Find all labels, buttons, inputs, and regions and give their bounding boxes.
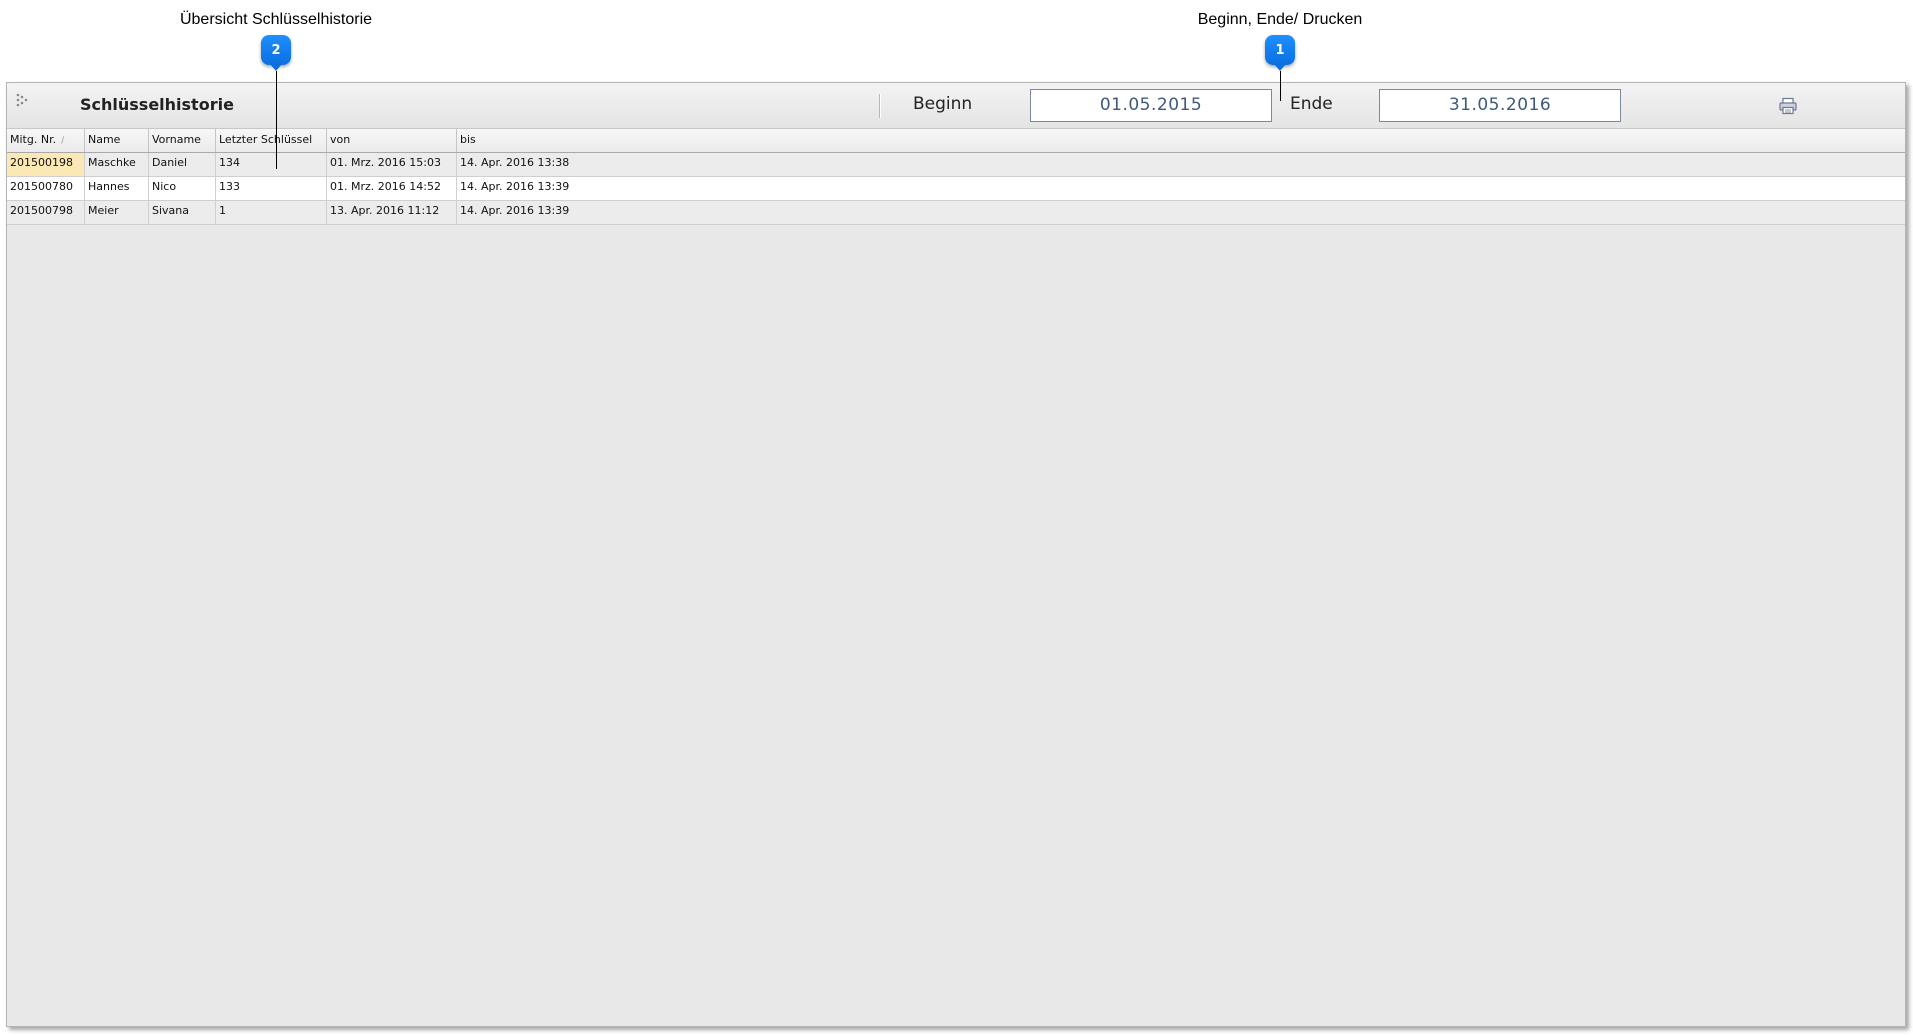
- callout-2-text: Übersicht Schlüsselhistorie: [179, 11, 373, 28]
- toolbar-separator: [879, 94, 880, 118]
- column-header-from[interactable]: von: [327, 129, 457, 152]
- cell-firstname[interactable]: Sivana: [149, 201, 216, 224]
- toolbar: Schlüsselhistorie Beginn 01.05.2015 Ende…: [7, 83, 1905, 129]
- end-date-input[interactable]: 31.05.2016: [1379, 89, 1621, 122]
- table-row[interactable]: 201500198 Maschke Daniel 134 01. Mrz. 20…: [7, 153, 1905, 177]
- begin-label: Beginn: [913, 94, 973, 114]
- cell-from[interactable]: 13. Apr. 2016 11:12: [327, 201, 457, 224]
- callout-1-badge: 1: [1265, 35, 1295, 65]
- column-header-firstname[interactable]: Vorname: [149, 129, 216, 152]
- cell-last-key[interactable]: 1: [216, 201, 327, 224]
- table-row[interactable]: 201500798 Meier Sivana 1 13. Apr. 2016 1…: [7, 201, 1905, 225]
- callout-1-line: [1280, 71, 1281, 101]
- column-header-member-no[interactable]: Mitg. Nr. /: [7, 129, 85, 152]
- cell-member-no[interactable]: 201500780: [7, 177, 85, 200]
- cell-last-key[interactable]: 134: [216, 153, 327, 176]
- cell-firstname[interactable]: Daniel: [149, 153, 216, 176]
- key-history-window: Schlüsselhistorie Beginn 01.05.2015 Ende…: [6, 82, 1906, 1027]
- window-title: Schlüsselhistorie: [80, 95, 234, 114]
- column-header-name[interactable]: Name: [85, 129, 149, 152]
- cell-member-no[interactable]: 201500198: [7, 153, 85, 176]
- sort-indicator-icon: /: [61, 136, 65, 146]
- cell-member-no[interactable]: 201500798: [7, 201, 85, 224]
- column-header-to[interactable]: bis: [457, 129, 1905, 152]
- cell-name[interactable]: Meier: [85, 201, 149, 224]
- column-header-last-key[interactable]: Letzter Schlüssel: [216, 129, 327, 152]
- printer-icon[interactable]: [1778, 97, 1798, 115]
- callout-2-badge: 2: [261, 35, 291, 65]
- cell-name[interactable]: Maschke: [85, 153, 149, 176]
- cell-firstname[interactable]: Nico: [149, 177, 216, 200]
- cell-name[interactable]: Hannes: [85, 177, 149, 200]
- callout-2-line: [276, 71, 277, 169]
- end-label: Ende: [1290, 94, 1333, 114]
- callout-1-text: Beginn, Ende/ Drucken: [1197, 11, 1363, 28]
- cell-to[interactable]: 14. Apr. 2016 13:39: [457, 201, 1905, 224]
- cell-to[interactable]: 14. Apr. 2016 13:38: [457, 153, 1905, 176]
- cell-from[interactable]: 01. Mrz. 2016 14:52: [327, 177, 457, 200]
- cell-from[interactable]: 01. Mrz. 2016 15:03: [327, 153, 457, 176]
- key-history-table: Mitg. Nr. / Name Vorname Letzter Schlüsse…: [7, 129, 1905, 1026]
- cell-last-key[interactable]: 133: [216, 177, 327, 200]
- cell-to[interactable]: 14. Apr. 2016 13:39: [457, 177, 1905, 200]
- begin-date-input[interactable]: 01.05.2015: [1030, 89, 1272, 122]
- table-row[interactable]: 201500780 Hannes Nico 133 01. Mrz. 2016 …: [7, 177, 1905, 201]
- grid-dots-icon[interactable]: [15, 92, 31, 108]
- table-header: Mitg. Nr. / Name Vorname Letzter Schlüsse…: [7, 129, 1905, 153]
